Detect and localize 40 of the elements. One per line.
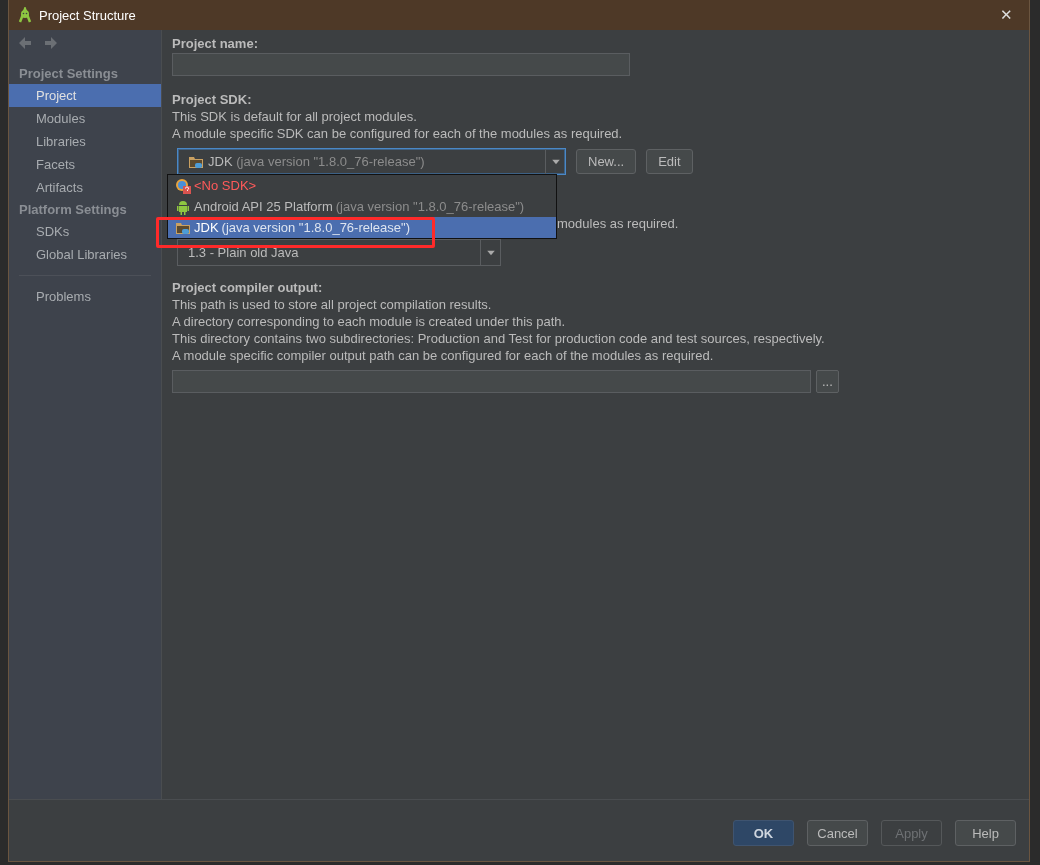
description-text: modules as required. [557,215,679,232]
sidebar-item[interactable]: Modules [9,107,161,130]
sdk-button[interactable]: Edit [646,149,693,174]
output-path-field[interactable] [172,370,811,393]
android-icon [175,198,191,215]
section-label: Project SDK: [172,91,253,108]
section-heading: Platform Settings [18,201,128,219]
description-text: A directory corresponding to each module is created under this path. [172,313,567,330]
sidebar-item[interactable]: SDKs [9,220,161,243]
dialog-button[interactable]: Help [955,820,1016,846]
description-text: This directory contains two subdirectories: Production and Test for production code and test sources, respectively. [172,330,826,347]
window-title: Project Structure [39,7,137,23]
close-button[interactable]: ✕ [991,6,1021,24]
dialog-button[interactable]: OK [733,820,794,846]
sdk-value: JDK (java version "1.8.0_76-release") [208,153,425,170]
section-heading: Project Settings [18,65,119,83]
forward-arrow-icon [43,35,59,51]
dropdown-option[interactable]: <No SDK> [168,175,556,196]
dropdown-option[interactable]: Android API 25 Platform (java version "1.8.0_76-release") [168,196,556,217]
description-text: A module specific compiler output path can be configured for each of the modules as required. [172,347,715,364]
project-name-field[interactable] [172,53,630,76]
language-level-value: 1.3 - Plain old Java [188,244,299,261]
missing-sdk-icon [175,177,191,194]
sidebar-item[interactable]: Project [9,84,161,107]
section-label: Project compiler output: [172,279,324,296]
browse-button[interactable]: ... [816,370,839,393]
sdk-button[interactable]: New... [576,149,637,174]
sidebar-item[interactable]: Artifacts [9,176,161,199]
dialog-button[interactable]: Cancel [807,820,868,846]
sidebar-item[interactable]: Global Libraries [9,243,161,266]
field-label: Project name: [172,35,259,52]
sidebar-item[interactable]: Libraries [9,130,161,153]
sdk-dropdown[interactable]: JDK (java version "1.8.0_76-release") [177,148,566,175]
sidebar-item[interactable]: Facets [9,153,161,176]
description-text: A module specific SDK can be configured for each of the modules as required. [172,125,624,142]
description-text: This path is used to store all project compilation results. [172,296,493,313]
description-text: This SDK is default for all project modules. [172,108,418,125]
app-logo-icon [17,7,33,23]
back-arrow-icon [17,35,33,51]
sidebar-item[interactable]: Problems [9,285,161,308]
